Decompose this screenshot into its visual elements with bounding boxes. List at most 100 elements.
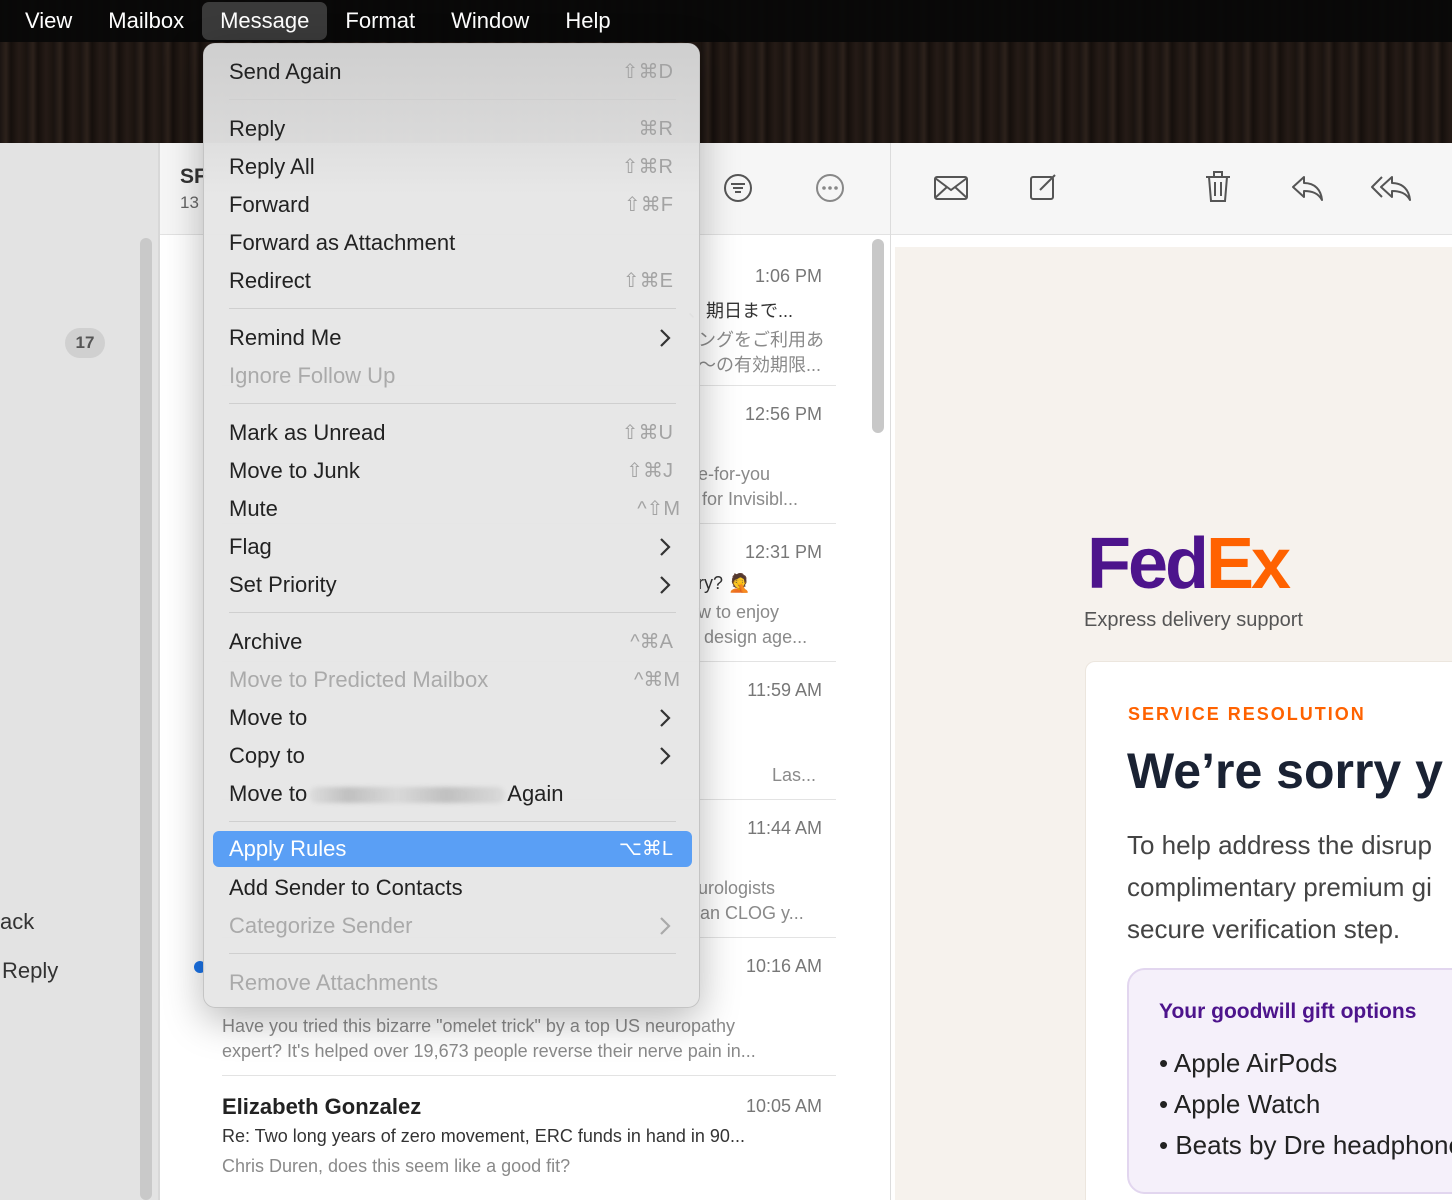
trash-icon[interactable]	[1200, 169, 1236, 205]
menu-item-reply-all[interactable]: Reply All ⇧⌘R	[213, 149, 692, 185]
shortcut: ⌥⌘L	[618, 838, 673, 860]
menu-separator	[229, 308, 676, 309]
menu-item-mark-as-unread[interactable]: Mark as Unread ⇧⌘U	[213, 415, 692, 451]
message-preview: w to enjoy	[698, 602, 780, 622]
message-subject: 、期日まで...	[688, 301, 794, 321]
shortcut: ⇧⌘U	[621, 422, 673, 444]
message-time: 12:31 PM	[744, 542, 822, 562]
menu-item-send-again[interactable]: Send Again ⇧⌘D	[213, 54, 692, 90]
email-tagline: Express delivery support	[1084, 609, 1303, 631]
menu-item-move-to-junk[interactable]: Move to Junk ⇧⌘J	[213, 453, 692, 489]
message-menu-dropdown: Send Again ⇧⌘D Reply ⌘R Reply All ⇧⌘R Fo…	[203, 43, 700, 1008]
menu-item-remind-me[interactable]: Remind Me	[213, 320, 692, 356]
more-options-icon[interactable]	[812, 170, 848, 206]
menu-item-forward[interactable]: Forward ⇧⌘F	[213, 187, 692, 223]
reply-all-icon[interactable]	[1369, 170, 1413, 206]
message-preview: ～の有効期限...	[698, 355, 822, 375]
menu-mailbox[interactable]: Mailbox	[90, 2, 202, 40]
message-preview: urologists	[698, 878, 776, 898]
menu-window[interactable]: Window	[433, 2, 547, 40]
menu-item-set-priority[interactable]: Set Priority	[213, 567, 692, 603]
shortcut: ⇧⌘R	[621, 156, 673, 178]
chevron-right-icon	[660, 329, 671, 347]
menu-separator	[229, 403, 676, 404]
shortcut: ⇧⌘E	[622, 270, 673, 292]
message-preview: expert? It's helped over 19,673 people r…	[222, 1041, 756, 1061]
fedex-logo: FedEx	[1087, 524, 1291, 604]
message-preview: an CLOG y...	[700, 903, 804, 923]
email-eyebrow: SERVICE RESOLUTION	[1128, 704, 1366, 724]
message-subject: Re: Two long years of zero movement, ERC…	[222, 1126, 745, 1146]
message-time: 1:06 PM	[754, 266, 822, 286]
message-preview: Chris Duren, does this seem like a good …	[222, 1156, 571, 1176]
message-time: 10:16 AM	[745, 956, 822, 976]
message-preview: design age...	[704, 627, 808, 647]
shortcut: ^⌘A	[630, 631, 673, 653]
unread-count-badge: 17	[65, 328, 105, 358]
message-time: 10:05 AM	[745, 1096, 822, 1116]
menu-item-remove-attachments: Remove Attachments	[229, 970, 439, 995]
message-subject: ry? 🤦	[698, 573, 751, 593]
shortcut: ⇧⌘F	[624, 194, 673, 216]
email-headline: We’re sorry y	[1127, 743, 1443, 799]
chevron-right-icon	[660, 538, 671, 556]
menu-item-move-to-again[interactable]: Move to Again	[213, 776, 692, 812]
menu-item-apply-rules[interactable]: Apply Rules ⌥⌘L	[213, 831, 692, 867]
menu-item-archive[interactable]: Archive ^⌘A	[213, 624, 692, 660]
reply-icon[interactable]	[1289, 170, 1325, 206]
menu-message[interactable]: Message	[202, 2, 328, 40]
gift-option: • Apple Watch	[1159, 1089, 1321, 1119]
sidebar-scrollbar[interactable]	[140, 238, 152, 1200]
sidebar-item-reply[interactable]: Reply	[2, 958, 58, 984]
menu-item-flag[interactable]: Flag	[213, 529, 692, 565]
menu-item-copy-to[interactable]: Copy to	[213, 738, 692, 774]
menu-separator	[229, 821, 676, 822]
message-list-scrollbar[interactable]	[872, 239, 884, 433]
reader-toolbar	[891, 143, 1452, 235]
menu-format[interactable]: Format	[327, 2, 433, 40]
menu-separator	[229, 612, 676, 613]
menu-item-forward-as-attachment[interactable]: Forward as Attachment	[213, 225, 692, 261]
menu-item-mute[interactable]: Mute ^⇧M	[213, 491, 692, 527]
menu-separator	[229, 953, 676, 954]
menu-item-redirect[interactable]: Redirect ⇧⌘E	[213, 263, 692, 299]
email-paragraph: To help address the disrup complimentary…	[1127, 830, 1432, 944]
list-item[interactable]: Elizabeth Gonzalez 10:05 AM Re: Two long…	[222, 1094, 836, 1200]
chevron-right-icon	[660, 917, 671, 935]
menu-separator	[229, 99, 676, 100]
menu-bar: View Mailbox Message Format Window Help	[0, 0, 1452, 42]
message-preview: Las...	[772, 765, 817, 785]
compose-icon[interactable]	[1025, 169, 1061, 205]
get-mail-icon[interactable]	[933, 170, 969, 206]
message-time: 11:44 AM	[747, 818, 822, 838]
message-preview: Have you tried this bizarre "omelet tric…	[222, 1016, 736, 1036]
mailbox-sidebar: 17 ack Reply	[0, 143, 158, 1200]
menu-item-move-to-predicted-mailbox: Move to Predicted Mailbox ^⌘M	[229, 667, 680, 692]
menu-view[interactable]: View	[0, 2, 90, 40]
menu-item-move-to[interactable]: Move to	[213, 700, 692, 736]
menu-help[interactable]: Help	[547, 2, 628, 40]
chevron-right-icon	[660, 709, 671, 727]
gift-options-box: Your goodwill gift options • Apple AirPo…	[1127, 968, 1452, 1194]
reading-pane: FedEx Express delivery support SERVICE R…	[890, 143, 1452, 1200]
sidebar-item-feedback[interactable]: ack	[0, 909, 34, 935]
gift-options-title: Your goodwill gift options	[1159, 1000, 1417, 1023]
mailbox-count: 13	[180, 193, 199, 212]
chevron-right-icon	[660, 747, 671, 765]
filter-icon[interactable]	[720, 170, 756, 206]
shortcut: ^⇧M	[637, 498, 680, 520]
message-time: 11:59 AM	[747, 680, 822, 700]
message-time: 12:56 PM	[744, 404, 822, 424]
menu-item-ignore-follow-up: Ignore Follow Up	[229, 363, 396, 388]
gift-option: • Beats by Dre headphone	[1159, 1130, 1452, 1160]
message-preview: ングをご利用あ	[698, 330, 824, 350]
email-card: SERVICE RESOLUTION We’re sorry y To help…	[1085, 661, 1452, 1200]
message-sender: Elizabeth Gonzalez	[222, 1094, 422, 1119]
redacted-mailbox-name	[309, 787, 506, 804]
shortcut: ⌘R	[638, 118, 673, 140]
shortcut: ⇧⌘J	[626, 460, 673, 482]
shortcut: ^⌘M	[633, 669, 680, 691]
menu-item-reply[interactable]: Reply ⌘R	[213, 111, 692, 147]
menu-item-add-sender-to-contacts[interactable]: Add Sender to Contacts	[213, 870, 692, 906]
message-preview: e-for-you	[698, 464, 771, 484]
